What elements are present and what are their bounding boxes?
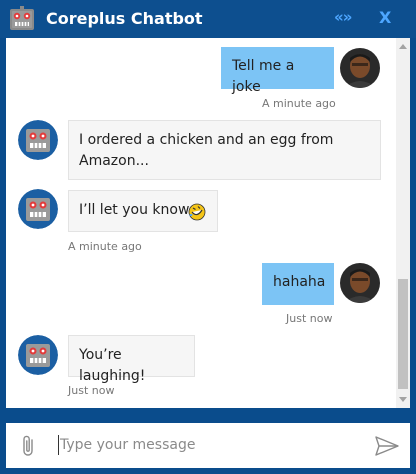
scroll-up-icon[interactable]	[399, 44, 407, 49]
chat-header: Coreplus Chatbot «» X	[0, 0, 416, 38]
close-button[interactable]: X	[379, 8, 391, 27]
collapse-button[interactable]: «»	[334, 8, 352, 26]
user-avatar	[340, 48, 380, 88]
rolling-on-floor-laughing-emoji	[188, 203, 206, 221]
bot-avatar	[18, 189, 58, 229]
bot-avatar	[18, 120, 58, 160]
message-text: You’re laughing!	[79, 347, 146, 384]
user-message-bubble: hahaha	[262, 263, 334, 305]
message-list[interactable]: Tell me a joke A minute ago I ordered a …	[6, 38, 410, 408]
message-text: Tell me a joke	[232, 58, 295, 95]
message-input[interactable]	[60, 433, 360, 457]
message-text: I’ll let you know	[79, 202, 190, 218]
bot-avatar	[18, 335, 58, 375]
bot-message-bubble: You’re laughing!	[68, 335, 195, 384]
chat-title: Coreplus Chatbot	[46, 9, 203, 28]
scrollbar-thumb[interactable]	[398, 279, 408, 389]
robot-icon	[18, 120, 58, 160]
robot-icon	[18, 335, 58, 375]
message-timestamp: Just now	[68, 384, 115, 397]
message-composer	[6, 423, 410, 468]
text-cursor	[58, 435, 59, 455]
send-icon[interactable]	[375, 435, 399, 457]
chatbot-window: Coreplus Chatbot «» X Tell me a joke A m…	[0, 0, 416, 474]
robot-icon	[18, 189, 58, 229]
message-text-line-1: I ordered a chicken and an egg from	[79, 132, 334, 148]
message-timestamp: A minute ago	[68, 240, 142, 253]
bot-message-bubble: I ordered a chicken and an egg from Amaz…	[68, 120, 381, 180]
robot-icon	[10, 6, 34, 30]
message-text: hahaha	[273, 274, 326, 290]
scrollbar[interactable]	[396, 38, 410, 408]
user-avatar	[340, 263, 380, 303]
user-message-bubble: Tell me a joke	[221, 47, 334, 95]
message-timestamp: Just now	[286, 312, 333, 325]
message-timestamp: A minute ago	[262, 97, 336, 110]
scroll-down-icon[interactable]	[399, 397, 407, 402]
paperclip-icon[interactable]	[20, 434, 38, 458]
bot-message-bubble: I’ll let you know	[68, 190, 218, 232]
message-text-line-2: Amazon...	[79, 153, 149, 169]
